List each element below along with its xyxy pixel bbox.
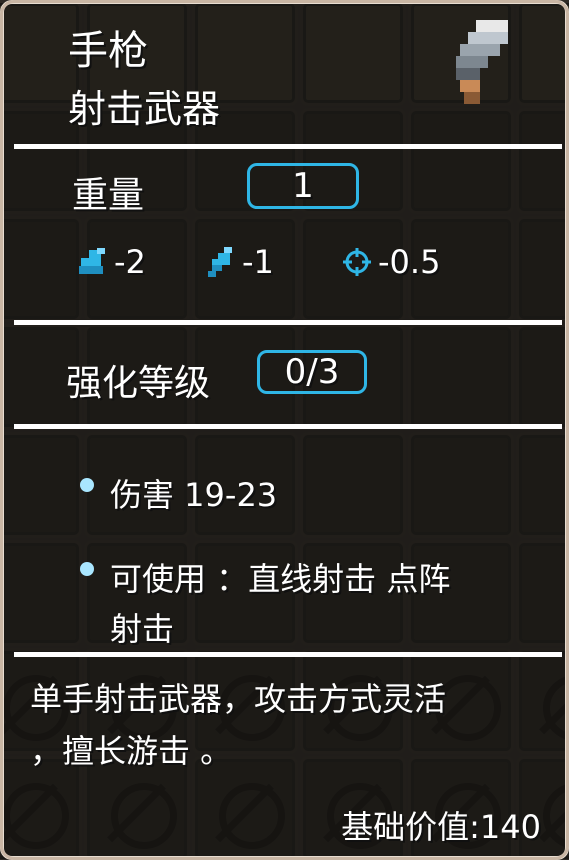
weight-value: 1: [247, 163, 359, 209]
divider: [14, 424, 562, 429]
stat-speed: -1: [204, 243, 274, 281]
item-description: 单手射击武器，攻击方式灵活: [30, 680, 447, 718]
item-description-continued: ，擅长游击 。: [30, 732, 233, 770]
effect-skills: 可使用 ：直线射击 点阵: [110, 560, 451, 598]
stat-accuracy-value: -0.5: [378, 243, 441, 281]
pistol-icon: [456, 20, 508, 104]
base-value: 基础价值:140: [341, 808, 541, 846]
stat-accuracy: -0.5: [340, 243, 441, 281]
stat-strength: -2: [76, 243, 146, 281]
bullet-icon: [80, 562, 94, 576]
effect-skills-continued: 射击: [110, 610, 175, 648]
upgrade-label: 强化等级: [66, 363, 211, 404]
accuracy-crosshair-icon: [340, 245, 374, 279]
inventory-screen: 手枪 射击武器 重量 1 -2 -1 -0.5 强化等级 0/3 伤害 19-2…: [0, 0, 569, 860]
weight-label: 重量: [72, 175, 145, 216]
stat-speed-value: -1: [242, 243, 274, 281]
divider: [14, 144, 562, 149]
stat-strength-value: -2: [114, 243, 146, 281]
divider: [14, 652, 562, 657]
item-type: 射击武器: [68, 87, 221, 131]
strength-arm-icon: [76, 245, 110, 279]
bullet-icon: [80, 478, 94, 492]
speed-bolt-icon: [204, 245, 238, 279]
divider: [14, 320, 562, 325]
upgrade-value: 0/3: [257, 350, 367, 394]
effect-damage: 伤害 19-23: [110, 476, 278, 514]
item-name: 手枪: [68, 28, 148, 74]
